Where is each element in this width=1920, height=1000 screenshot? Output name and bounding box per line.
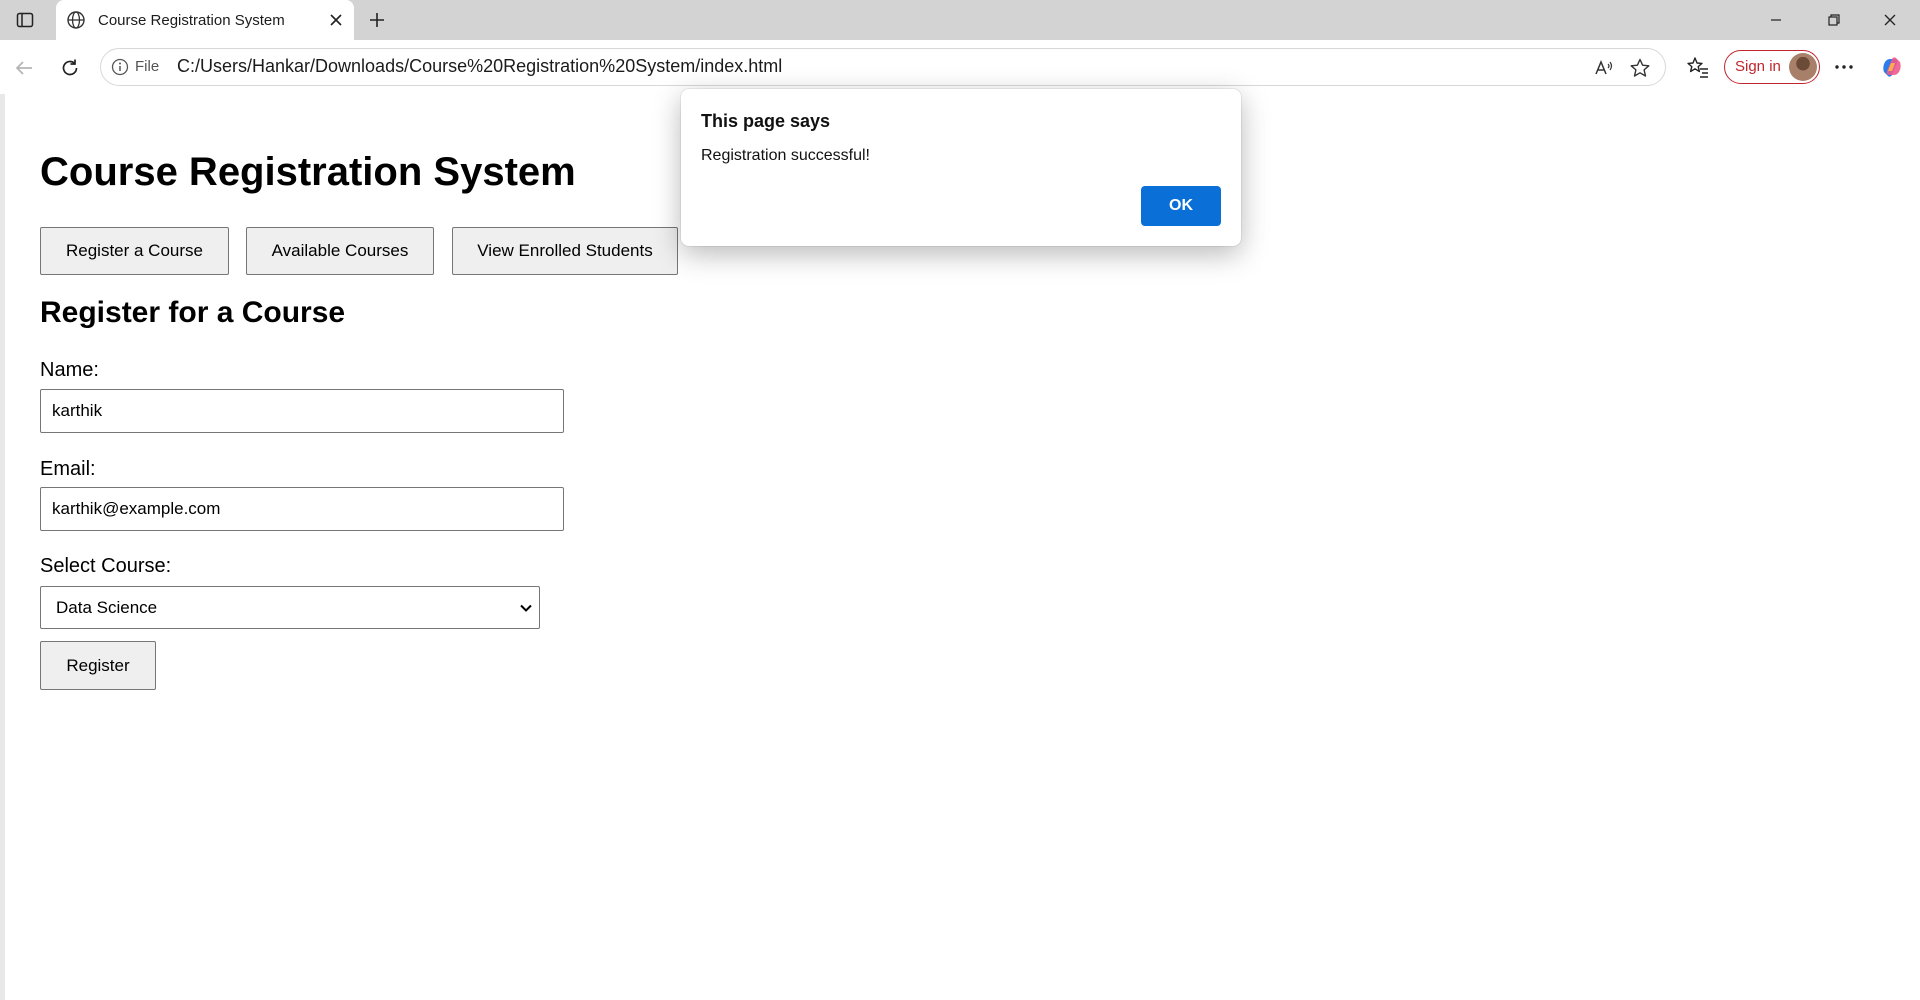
globe-icon <box>66 10 86 30</box>
url-text[interactable]: C:/Users/Hankar/Downloads/Course%20Regis… <box>177 56 782 77</box>
copilot-icon[interactable] <box>1878 53 1906 81</box>
browser-tab[interactable]: Course Registration System <box>56 0 354 40</box>
form-heading: Register for a Course <box>40 296 346 329</box>
course-label: Select Course: <box>40 555 172 577</box>
available-courses-nav-button[interactable]: Available Courses <box>246 227 434 275</box>
sign-in-label: Sign in <box>1735 58 1781 75</box>
dialog-message: Registration successful! <box>701 147 870 164</box>
name-label: Name: <box>40 359 99 381</box>
tab-title: Course Registration System <box>98 11 285 29</box>
more-options-icon[interactable] <box>1830 53 1858 81</box>
minimize-icon[interactable] <box>1748 0 1804 40</box>
email-label: Email: <box>40 458 96 480</box>
restore-icon[interactable] <box>1806 0 1862 40</box>
page-title: Course Registration System <box>40 150 576 194</box>
refresh-icon[interactable] <box>56 54 84 82</box>
dialog-title: This page says <box>701 111 831 131</box>
sign-in-button[interactable]: Sign in <box>1724 50 1820 84</box>
avatar <box>1789 53 1817 81</box>
view-enrolled-students-nav-button[interactable]: View Enrolled Students <box>452 227 678 275</box>
course-selected-value: Data Science <box>56 598 158 617</box>
close-tab-icon[interactable] <box>326 10 346 30</box>
alert-dialog: This page says Registration successful! … <box>681 89 1241 246</box>
favorites-list-icon[interactable] <box>1684 53 1712 81</box>
email-input[interactable] <box>40 487 564 531</box>
info-icon[interactable] <box>111 58 129 76</box>
favorite-star-icon[interactable] <box>1629 57 1651 79</box>
chevron-down-icon <box>517 599 535 617</box>
browser-toolbar: File C:/Users/Hankar/Downloads/Course%20… <box>0 40 1920 94</box>
tab-strip: Course Registration System <box>0 0 1920 40</box>
address-bar[interactable]: File C:/Users/Hankar/Downloads/Course%20… <box>100 48 1666 86</box>
new-tab-icon[interactable] <box>364 8 390 32</box>
sidebar-toggle-icon[interactable] <box>12 8 38 32</box>
read-aloud-icon[interactable] <box>1593 57 1615 79</box>
register-course-nav-button[interactable]: Register a Course <box>40 227 229 275</box>
scheme-label: File <box>135 58 160 75</box>
back-arrow-icon[interactable] <box>10 54 38 82</box>
register-button[interactable]: Register <box>40 641 156 690</box>
course-select[interactable]: Data Science <box>40 586 540 629</box>
name-input[interactable] <box>40 389 564 433</box>
ok-button[interactable]: OK <box>1141 186 1221 226</box>
close-window-icon[interactable] <box>1862 0 1918 40</box>
